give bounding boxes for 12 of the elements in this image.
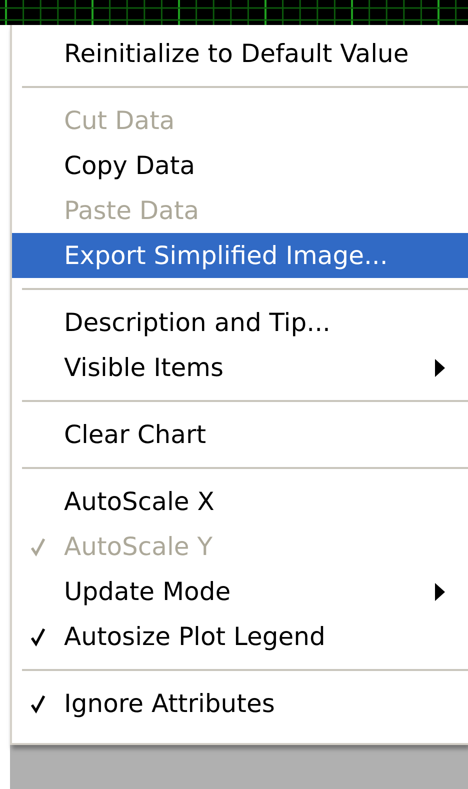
menu-item[interactable]: Update Mode	[12, 569, 468, 614]
menu-item[interactable]: Autosize Plot Legend	[12, 614, 468, 659]
menu-item[interactable]: Clear Chart	[12, 412, 468, 457]
menu-item[interactable]: AutoScale X	[12, 479, 468, 524]
menu-item[interactable]: Copy Data	[12, 143, 468, 188]
menu-item[interactable]: Description and Tip...	[12, 300, 468, 345]
submenu-arrow-icon	[434, 582, 446, 602]
menu-item[interactable]: Ignore Attributes	[12, 681, 468, 726]
submenu-arrow-icon	[434, 358, 446, 378]
menu-item[interactable]: Visible Items	[12, 345, 468, 390]
menu-item[interactable]: Export Simplified Image...	[12, 233, 468, 278]
menu-item[interactable]: Reinitialize to Default Value	[12, 31, 468, 76]
